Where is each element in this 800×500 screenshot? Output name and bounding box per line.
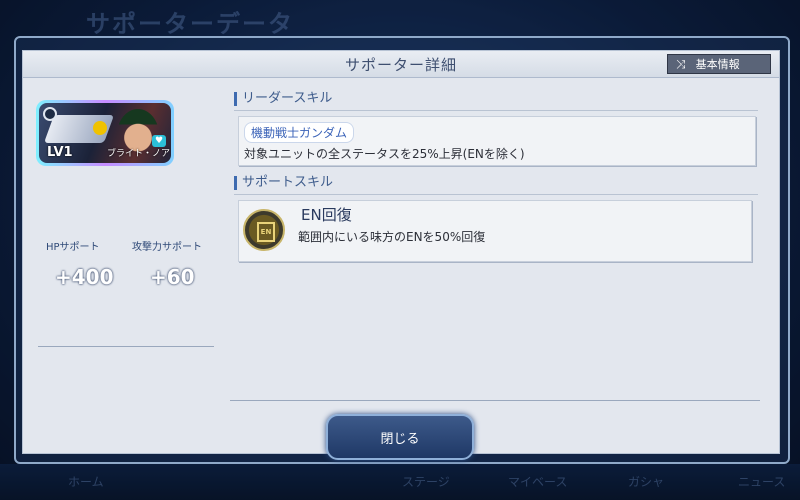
en-icon-label: EN bbox=[257, 222, 275, 242]
supporter-card: ♥ LV1 ブライト・ノア bbox=[36, 100, 174, 166]
en-recovery-icon: EN bbox=[243, 209, 285, 251]
supporter-name: ブライト・ノア bbox=[107, 149, 171, 159]
support-skill-name: EN回復 bbox=[301, 206, 352, 224]
hp-support-label: HPサポート bbox=[46, 242, 100, 253]
support-skill-heading: サポートスキル bbox=[234, 176, 333, 190]
dialog-title: サポーター詳細 bbox=[344, 56, 457, 74]
mecha-detail bbox=[93, 121, 107, 135]
supporter-card-art: ♥ LV1 ブライト・ノア bbox=[39, 103, 171, 163]
bottom-divider bbox=[230, 400, 760, 401]
support-skill-description: 範囲内にいる味方のENを50%回復 bbox=[298, 230, 486, 244]
close-button[interactable]: 閉じる bbox=[326, 414, 474, 460]
atk-support-label: 攻撃力サポート bbox=[132, 242, 202, 253]
close-label: 閉じる bbox=[380, 431, 420, 447]
leader-skill-rule bbox=[234, 110, 758, 111]
leader-skill-heading: リーダースキル bbox=[234, 92, 332, 106]
hp-support-value: +400 bbox=[55, 265, 114, 289]
supporter-level: LV1 bbox=[47, 145, 73, 160]
support-skill-rule bbox=[234, 194, 758, 195]
shuffle-icon: ⤨ bbox=[676, 56, 686, 71]
atk-support-value: +60 bbox=[150, 265, 195, 289]
dialog-header: サポーター詳細 ⤨ 基本情報 bbox=[23, 51, 779, 78]
leader-skill-condition: 機動戦士ガンダム bbox=[244, 122, 355, 143]
leader-skill-description: 対象ユニットの全ステータスを25%上昇(ENを除く) bbox=[244, 147, 525, 161]
left-divider bbox=[38, 346, 214, 347]
basic-info-label: 基本情報 bbox=[695, 58, 740, 71]
basic-info-button[interactable]: ⤨ 基本情報 bbox=[667, 54, 771, 74]
type-badge-icon bbox=[43, 107, 57, 121]
